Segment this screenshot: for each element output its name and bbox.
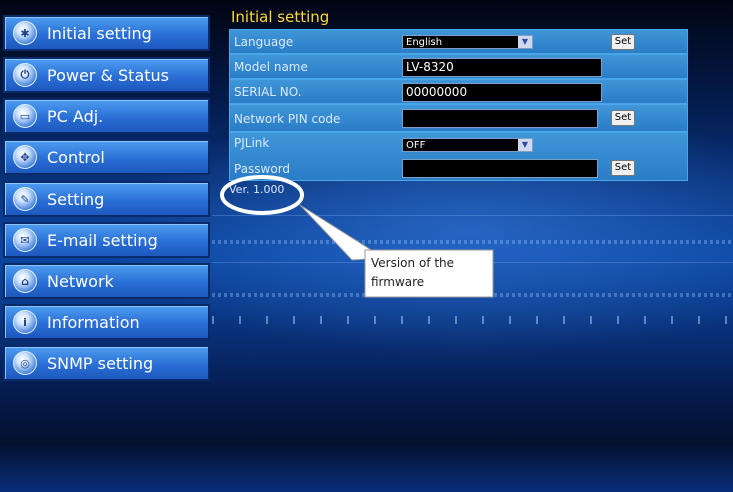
web-control-page: ✱ Initial setting ⏻ Power & Status ▭ PC … xyxy=(0,0,733,492)
callout-graphic xyxy=(220,175,494,298)
callout-text: Version of the firmware xyxy=(371,256,455,289)
version-highlight-ellipse xyxy=(220,175,304,215)
